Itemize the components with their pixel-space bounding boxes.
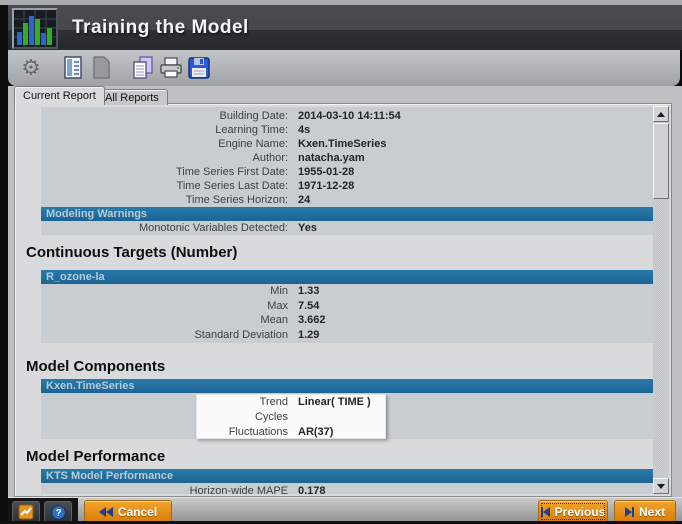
previous-button[interactable]: Previous	[538, 500, 608, 523]
right-arrow-icon	[624, 506, 634, 517]
stat-row: Max 7.54	[267, 299, 320, 312]
warning-row: Monotonic Variables Detected: Yes	[139, 222, 317, 234]
stat-row: Mean 3.662	[260, 314, 326, 327]
section-header-r-ozone-la: R_ozone-la	[41, 270, 653, 284]
section-header-modeling-warnings: Modeling Warnings	[41, 207, 653, 221]
component-row: Trend Linear( TIME )	[259, 395, 371, 408]
next-button[interactable]: Next	[614, 500, 676, 523]
arrow-up-icon	[657, 111, 665, 117]
model-components-rows: Trend Linear( TIME ) Cycles Fluctuations A…	[41, 394, 653, 439]
section-header-kts-model-performance: KTS Model Performance	[41, 469, 653, 483]
info-row: Time Series Horizon: 24	[185, 194, 311, 206]
stat-row: Standard Deviation 1.29	[194, 328, 320, 341]
arrow-down-icon	[657, 483, 665, 489]
modeling-warnings-rows: Monotonic Variables Detected: Yes	[41, 221, 653, 235]
continuous-targets-rows: Min 1.33 Max 7.54 Mean 3.662 Standard Devia…	[41, 284, 653, 342]
model-performance-rows: Horizon-wide MAPE 0.178	[41, 484, 653, 494]
question-mark-icon: ?	[50, 504, 66, 520]
component-row: Cycles	[254, 410, 288, 423]
titlebar: Training the Model	[8, 5, 682, 50]
document-icon[interactable]	[88, 54, 114, 82]
app-window: Training the Model ⚙ Current Report All …	[8, 5, 682, 524]
double-left-arrow-icon	[98, 506, 113, 517]
info-row: Engine Name: Kxen.TimeSeries	[218, 138, 387, 150]
performance-row: Horizon-wide MAPE 0.178	[189, 485, 326, 494]
help-button[interactable]: ?	[44, 501, 72, 523]
info-row: Time Series Last Date: 1971-12-28	[176, 180, 355, 192]
footer-bar: ? Cancel Previous Next	[8, 497, 682, 524]
settings-gear-icon[interactable]: ⚙	[18, 54, 44, 82]
stat-row: Min 1.33	[270, 285, 320, 298]
model-info-rows: Building Date: 2014-03-10 14:11:54 Learni…	[41, 109, 653, 207]
svg-text:?: ?	[55, 508, 61, 519]
left-arrow-icon	[540, 506, 550, 517]
tab-all-reports[interactable]: All Reports	[96, 89, 168, 105]
chart-line-icon	[18, 504, 34, 520]
heading-continuous-targets: Continuous Targets (Number)	[26, 244, 238, 261]
vertical-scrollbar[interactable]	[653, 106, 669, 494]
copy-icon[interactable]	[130, 54, 156, 82]
report-panel: Building Date: 2014-03-10 14:11:54 Learni…	[14, 103, 672, 497]
heading-model-performance: Model Performance	[26, 448, 166, 465]
report-icon[interactable]	[60, 54, 86, 82]
scroll-up-button[interactable]	[653, 106, 669, 122]
page-title: Training the Model	[72, 17, 249, 38]
section-header-kxen-timeseries: Kxen.TimeSeries	[41, 379, 653, 393]
report-viewport: Building Date: 2014-03-10 14:11:54 Learni…	[17, 106, 655, 494]
save-icon[interactable]	[186, 54, 212, 82]
toolbar: ⚙	[8, 50, 680, 86]
cancel-button[interactable]: Cancel	[84, 500, 172, 523]
info-row: Building Date: 2014-03-10 14:11:54	[219, 110, 401, 122]
info-row: Learning Time: 4s	[215, 124, 311, 136]
component-row: Fluctuations AR(37)	[228, 425, 334, 438]
print-icon[interactable]	[158, 54, 184, 82]
info-row: Time Series First Date: 1955-01-28	[175, 166, 355, 178]
chart-shortcut-button[interactable]	[12, 501, 40, 523]
scrollbar-thumb[interactable]	[653, 123, 669, 199]
bar-chart-icon	[12, 8, 58, 49]
tab-current-report[interactable]: Current Report	[14, 86, 105, 105]
heading-model-components: Model Components	[26, 358, 166, 375]
scroll-down-button[interactable]	[653, 478, 669, 494]
info-row: Author: natacha.yam	[252, 152, 365, 164]
